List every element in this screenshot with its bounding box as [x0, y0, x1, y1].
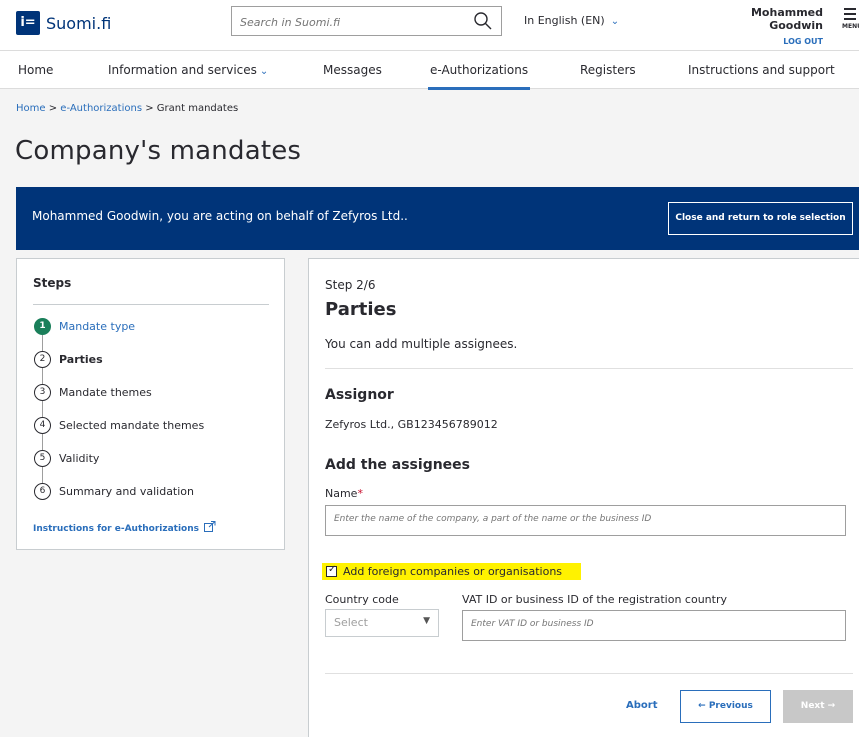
step-connector — [42, 467, 43, 483]
country-code-label: Country code — [325, 593, 399, 606]
breadcrumb-home[interactable]: Home — [16, 103, 46, 114]
step-item-mandate-type[interactable]: 1 Mandate type — [34, 318, 135, 335]
menu-label: MENU — [842, 23, 859, 30]
nav-home[interactable]: Home — [18, 63, 53, 77]
breadcrumb-current: Grant mandates — [156, 103, 239, 114]
role-banner: Mohammed Goodwin, you are acting on beha… — [16, 187, 859, 250]
steps-title: Steps — [33, 276, 72, 290]
divider — [325, 368, 853, 369]
logout-link[interactable]: LOG OUT — [703, 37, 823, 46]
step-connector — [42, 434, 43, 450]
breadcrumb-separator: > — [145, 103, 154, 114]
logo-text: Suomi.fi — [46, 13, 112, 33]
step-item-validity: 5 Validity — [34, 450, 99, 467]
nav-messages[interactable]: Messages — [323, 63, 382, 77]
step-label: Mandate themes — [59, 386, 152, 399]
role-banner-text: Mohammed Goodwin, you are acting on beha… — [32, 209, 408, 223]
nav-e-authorizations[interactable]: e-Authorizations — [427, 63, 531, 90]
step-item-mandate-themes: 3 Mandate themes — [34, 384, 152, 401]
assignor-value: Zefyros Ltd., GB123456789012 — [325, 418, 498, 431]
step-item-parties: 2 Parties — [34, 351, 103, 368]
foreign-companies-label: Add foreign companies or organisations — [343, 565, 563, 578]
step-label: Summary and validation — [59, 485, 195, 498]
chevron-down-icon: ⌄ — [259, 66, 269, 77]
user-name: Mohammed Goodwin — [750, 6, 823, 32]
nav-information-and-services[interactable]: Information and services ⌄ — [108, 63, 268, 77]
divider — [33, 304, 269, 305]
next-button[interactable]: Next → — [783, 690, 853, 723]
assignor-heading: Assignor — [325, 387, 394, 403]
step-connector — [42, 401, 43, 417]
language-label: In English (EN) — [524, 14, 605, 27]
divider — [325, 673, 853, 674]
breadcrumb-e-authorizations[interactable]: e-Authorizations — [60, 103, 142, 114]
breadcrumb: Home > e-Authorizations > Grant mandates — [16, 103, 238, 114]
abort-link[interactable]: Abort — [626, 700, 657, 711]
caret-down-icon: ▼ — [423, 616, 430, 626]
menu-icon-bar — [844, 18, 856, 20]
step-number: 1 — [34, 318, 51, 335]
search-icon[interactable] — [473, 11, 493, 31]
language-selector[interactable]: In English (EN) ⌄ — [524, 14, 619, 27]
search-box — [231, 6, 502, 36]
main-form-panel: Step 2/6 Parties You can add multiple as… — [308, 258, 859, 737]
instructions-label: Instructions for e-Authorizations — [33, 524, 200, 534]
vat-id-field — [462, 610, 846, 641]
vat-id-input[interactable] — [471, 619, 831, 629]
suomi-logo[interactable]: i= Suomi.fi — [16, 11, 111, 35]
nav-registers[interactable]: Registers — [580, 63, 636, 77]
name-label: Name* — [325, 487, 363, 500]
previous-button[interactable]: ← Previous — [680, 690, 771, 723]
suomi-logo-icon: i= — [16, 11, 40, 35]
name-input[interactable] — [334, 514, 834, 524]
step-number: 5 — [34, 450, 51, 467]
name-label-text: Name — [325, 487, 358, 500]
menu-button[interactable]: MENU — [842, 8, 859, 30]
step-number: 3 — [34, 384, 51, 401]
vat-id-label: VAT ID or business ID of the registratio… — [462, 593, 727, 606]
section-heading: Parties — [325, 299, 397, 320]
steps-panel: Steps 1 Mandate type 2 Parties 3 Mandate… — [16, 258, 285, 550]
external-link-icon — [204, 521, 216, 532]
step-item-summary-and-validation: 6 Summary and validation — [34, 483, 194, 500]
logo-mark: i= — [20, 15, 36, 30]
step-connector — [42, 368, 43, 384]
nav-instructions-and-support[interactable]: Instructions and support — [688, 63, 835, 77]
foreign-companies-checkbox-row[interactable]: ✓ Add foreign companies or organisations — [322, 563, 581, 580]
name-field — [325, 505, 846, 536]
step-number: 2 — [34, 351, 51, 368]
step-label: Mandate type — [59, 320, 136, 333]
step-label: Parties — [59, 353, 103, 366]
step-number: 4 — [34, 417, 51, 434]
page-title: Company's mandates — [15, 136, 302, 166]
step-label: Validity — [59, 452, 100, 465]
instructions-link[interactable]: Instructions for e-Authorizations — [33, 521, 216, 534]
assignees-heading: Add the assignees — [325, 457, 471, 473]
user-info: Mohammed Goodwin LOG OUT — [703, 6, 823, 46]
checkmark-icon: ✓ — [328, 564, 337, 575]
step-label: Selected mandate themes — [59, 419, 205, 432]
top-header: i= Suomi.fi In English (EN) ⌄ Mohammed Go… — [0, 0, 859, 50]
required-marker: * — [357, 487, 363, 500]
step-indicator: Step 2/6 — [325, 278, 376, 292]
nav-information-label: Information and services — [108, 63, 257, 77]
country-code-select[interactable]: Select ▼ — [325, 609, 439, 637]
intro-text: You can add multiple assignees. — [325, 337, 518, 351]
step-item-selected-mandate-themes: 4 Selected mandate themes — [34, 417, 204, 434]
menu-icon-bar — [844, 13, 856, 15]
country-code-placeholder: Select — [334, 616, 368, 629]
breadcrumb-separator: > — [48, 103, 58, 114]
search-input[interactable] — [240, 13, 470, 31]
close-and-return-button[interactable]: Close and return to role selection — [668, 202, 853, 235]
main-navigation: Home Information and services ⌄ Messages … — [0, 50, 859, 90]
step-number: 6 — [34, 483, 51, 500]
foreign-companies-checkbox[interactable]: ✓ — [326, 564, 337, 577]
chevron-down-icon: ⌄ — [610, 16, 620, 27]
step-connector — [42, 335, 43, 351]
menu-icon — [844, 8, 856, 10]
